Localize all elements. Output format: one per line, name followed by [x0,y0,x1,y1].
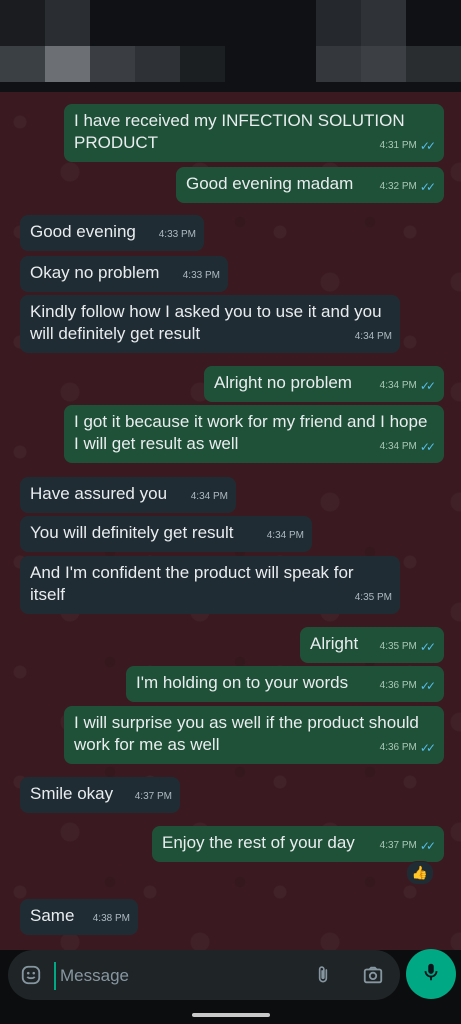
message-meta: 4:32 PM ✓✓ [380,176,436,198]
message-time: 4:32 PM [379,181,417,192]
message-outgoing[interactable]: Alright 4:35 PM ✓✓ [300,627,444,663]
message-meta: 4:31 PM ✓✓ [380,135,436,157]
pixel-block [316,0,361,46]
message-text: Kindly follow how I asked you to use it … [30,302,382,343]
message-time: 4:34 PM [266,530,304,541]
pixel-block [316,46,361,82]
pixel-block [45,0,90,46]
pixel-block [0,46,45,82]
message-outgoing[interactable]: Enjoy the rest of your day 4:37 PM ✓✓ [152,826,444,862]
message-time: 4:36 PM [379,680,417,691]
message-incoming[interactable]: And I'm confident the product will speak… [20,556,400,614]
message-time: 4:34 PM [379,380,417,391]
message-time: 4:33 PM [182,270,220,281]
message-meta: 4:36 PM ✓✓ [380,675,436,697]
pixel-block [0,0,45,46]
pixel-block [361,0,406,46]
read-ticks-icon: ✓✓ [419,679,436,693]
message-meta: 4:34 PM [191,486,228,508]
message-time: 4:37 PM [379,840,417,851]
pixel-block [406,46,461,82]
message-meta: 4:34 PM ✓✓ [380,375,436,397]
message-time: 4:35 PM [354,592,392,603]
chat-header-redacted [0,0,461,92]
message-incoming[interactable]: Same 4:38 PM [20,899,138,935]
message-incoming[interactable]: Have assured you 4:34 PM [20,477,236,513]
message-time: 4:34 PM [190,491,228,502]
message-time: 4:34 PM [354,331,392,342]
message-incoming[interactable]: You will definitely get result 4:34 PM [20,516,312,552]
message-outgoing[interactable]: Alright no problem 4:34 PM ✓✓ [204,366,444,402]
read-ticks-icon: ✓✓ [419,379,436,393]
message-outgoing[interactable]: I will surprise you as well if the produ… [64,706,444,764]
message-input[interactable] [54,962,302,990]
message-text: And I'm confident the product will speak… [30,563,354,604]
message-incoming[interactable]: Kindly follow how I asked you to use it … [20,295,400,353]
message-outgoing[interactable]: I got it because it work for my friend a… [64,405,444,463]
message-time: 4:38 PM [92,913,130,924]
message-meta: 4:34 PM [355,326,392,348]
message-time: 4:37 PM [134,791,172,802]
mic-icon [420,960,442,989]
message-text: You will definitely get result [30,523,234,542]
pixel-block [361,46,406,82]
message-meta: 4:38 PM [93,908,130,930]
message-meta: 4:35 PM [355,587,392,609]
pixel-block [180,46,225,82]
thumbs-up-reaction-icon[interactable]: 👍 [406,861,434,885]
message-time: 4:33 PM [158,229,196,240]
read-ticks-icon: ✓✓ [419,440,436,454]
read-ticks-icon: ✓✓ [419,180,436,194]
message-time: 4:35 PM [379,641,417,652]
message-incoming[interactable]: Okay no problem 4:33 PM [20,256,228,292]
read-ticks-icon: ✓✓ [419,640,436,654]
paperclip-icon[interactable] [310,962,336,988]
message-meta: 4:33 PM [159,224,196,246]
camera-icon[interactable] [360,962,386,988]
message-meta: 4:37 PM [135,786,172,808]
message-time: 4:36 PM [379,742,417,753]
message-incoming[interactable]: Smile okay 4:37 PM [20,777,180,813]
message-outgoing[interactable]: Good evening madam 4:32 PM ✓✓ [176,167,444,203]
message-meta: 4:34 PM [267,525,304,547]
message-meta: 4:33 PM [183,265,220,287]
pixel-block [45,46,90,82]
message-outgoing[interactable]: I have received my INFECTION SOLUTION PR… [64,104,444,162]
message-time: 4:34 PM [379,441,417,452]
pixel-block [90,46,135,82]
pixel-block [135,46,180,82]
message-meta: 4:36 PM ✓✓ [380,737,436,759]
home-indicator[interactable] [192,1013,270,1017]
message-meta: 4:35 PM ✓✓ [380,636,436,658]
read-ticks-icon: ✓✓ [419,741,436,755]
read-ticks-icon: ✓✓ [419,839,436,853]
message-input-container [8,950,400,1000]
message-incoming[interactable]: Good evening 4:33 PM [20,215,204,251]
message-outgoing[interactable]: I'm holding on to your words 4:36 PM ✓✓ [126,666,444,702]
read-ticks-icon: ✓✓ [419,139,436,153]
message-time: 4:31 PM [379,140,417,151]
emoji-icon[interactable] [18,962,44,988]
message-meta: 4:37 PM ✓✓ [380,835,436,857]
mic-button[interactable] [406,949,456,999]
message-meta: 4:34 PM ✓✓ [380,436,436,458]
